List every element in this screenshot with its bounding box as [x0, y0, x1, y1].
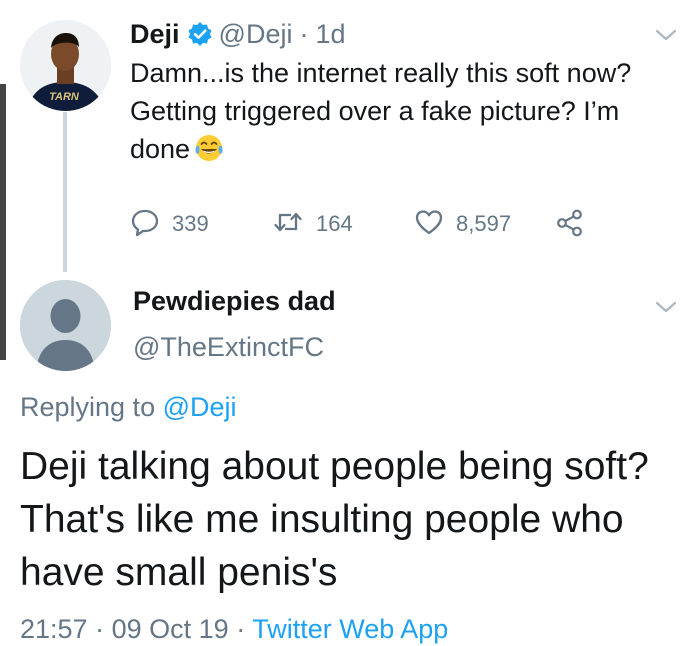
reply-action[interactable]: 339	[130, 208, 209, 240]
chevron-down-icon[interactable]	[653, 26, 679, 44]
verified-badge-icon	[187, 21, 213, 47]
meta-separator: ·	[236, 614, 246, 644]
tweet-source-link[interactable]: Twitter Web App	[252, 614, 448, 644]
tweet-date[interactable]: 09 Oct 19	[112, 614, 229, 644]
like-action[interactable]: 8,597	[414, 208, 511, 240]
reply-tweet-text: Deji talking about people being soft? Th…	[20, 445, 649, 594]
thread-connector-line	[63, 112, 67, 272]
replying-to-mention-link[interactable]: @Deji	[163, 392, 237, 422]
reply-count: 339	[172, 211, 209, 236]
chevron-down-icon[interactable]	[653, 298, 679, 316]
reply-handle[interactable]: @TheExtinctFC	[133, 332, 324, 363]
retweet-action[interactable]: 164	[272, 208, 353, 240]
meta-separator: ·	[95, 614, 105, 644]
default-avatar-icon	[20, 280, 111, 371]
share-icon	[555, 208, 585, 243]
share-action[interactable]	[555, 209, 585, 241]
tweet-thread-screenshot: TARN Deji @Deji · 1d Damn...is the inter…	[0, 0, 700, 646]
replying-to-line: Replying to @Deji	[20, 392, 237, 423]
header-separator: ·	[299, 18, 309, 49]
parent-tweet-header: Deji @Deji · 1d	[130, 14, 346, 54]
left-edge-bar	[0, 84, 6, 360]
replying-to-label: Replying to	[20, 392, 156, 422]
heart-icon	[414, 207, 444, 242]
avatar-deji[interactable]: TARN	[20, 20, 111, 111]
tweet-meta: 21:57 · 09 Oct 19 · Twitter Web App	[20, 614, 448, 645]
tears-of-joy-emoji-icon	[194, 133, 224, 163]
reply-display-name[interactable]: Pewdiepies dad	[133, 286, 336, 317]
avatar-default[interactable]	[20, 280, 111, 371]
retweet-count: 164	[316, 211, 353, 236]
reply-icon	[130, 207, 160, 242]
parent-display-name[interactable]: Deji	[130, 19, 180, 50]
like-count: 8,597	[456, 211, 512, 236]
avatar-photo: TARN	[20, 20, 111, 111]
avatar-shirt-logo: TARN	[49, 91, 80, 103]
retweet-icon	[272, 207, 304, 242]
parent-tweet-text: Damn...is the internet really this soft …	[130, 54, 670, 168]
tweet-time[interactable]: 21:57	[20, 614, 88, 644]
parent-handle[interactable]: @Deji	[219, 19, 293, 50]
parent-timestamp[interactable]: 1d	[315, 19, 345, 50]
